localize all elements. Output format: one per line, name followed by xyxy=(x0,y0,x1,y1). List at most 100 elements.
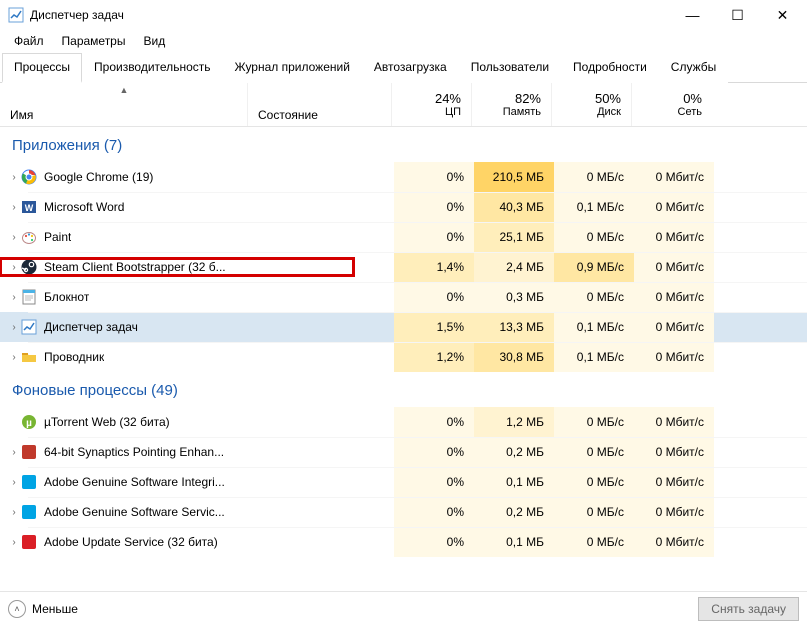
footer: ˄ Меньше Снять задачу xyxy=(0,591,807,625)
col-cpu[interactable]: 24% ЦП xyxy=(392,83,472,126)
process-name: Проводник xyxy=(44,350,104,364)
sort-indicator-icon: ▲ xyxy=(114,85,134,95)
menu-view[interactable]: Вид xyxy=(135,32,173,50)
process-name-cell: ›Adobe Update Service (32 бита) xyxy=(0,533,354,551)
disk-value: 0 МБ/с xyxy=(554,222,634,252)
process-row[interactable]: ›Проводник1,2%30,8 МБ0,1 МБ/с0 Мбит/с xyxy=(0,342,807,372)
cpu-value: 0% xyxy=(394,162,474,192)
process-row[interactable]: ›Paint0%25,1 МБ0 МБ/с0 Мбит/с xyxy=(0,222,807,252)
process-name: Adobe Genuine Software Integri... xyxy=(44,475,225,489)
expand-chevron-icon[interactable]: › xyxy=(0,322,20,333)
adobe-icon xyxy=(20,473,38,491)
expand-chevron-icon[interactable]: › xyxy=(0,447,20,458)
disk-value: 0 МБ/с xyxy=(554,282,634,312)
process-row[interactable]: ›64-bit Synaptics Pointing Enhan...0%0,2… xyxy=(0,437,807,467)
cpu-percent: 24% xyxy=(435,91,461,106)
menu-file[interactable]: Файл xyxy=(6,32,52,50)
cpu-value: 0% xyxy=(394,222,474,252)
process-row[interactable]: ›Adobe Update Service (32 бита)0%0,1 МБ0… xyxy=(0,527,807,557)
process-name-cell: › Google Chrome (19) xyxy=(0,168,354,186)
end-task-button[interactable]: Снять задачу xyxy=(698,597,799,621)
disk-value: 0,1 МБ/с xyxy=(554,192,634,222)
disk-value: 0 МБ/с xyxy=(554,437,634,467)
expand-chevron-icon[interactable]: › xyxy=(0,232,20,243)
col-disk[interactable]: 50% Диск xyxy=(552,83,632,126)
memory-value: 210,5 МБ xyxy=(474,162,554,192)
disk-value: 0 МБ/с xyxy=(554,497,634,527)
network-value: 0 Мбит/с xyxy=(634,467,714,497)
disk-label: Диск xyxy=(597,106,621,118)
process-name: Microsoft Word xyxy=(44,200,124,214)
paint-icon xyxy=(20,228,38,246)
process-list[interactable]: Приложения (7)›Google Chrome (19)0%210,5… xyxy=(0,127,807,591)
close-button[interactable]: ✕ xyxy=(760,1,805,29)
notepad-icon xyxy=(20,288,38,306)
disk-value: 0 МБ/с xyxy=(554,407,634,437)
memory-percent: 82% xyxy=(515,91,541,106)
network-value: 0 Мбит/с xyxy=(634,192,714,222)
adobered-icon xyxy=(20,533,38,551)
process-name-cell: › Adobe Genuine Software Integri... xyxy=(0,473,354,491)
network-value: 0 Мбит/с xyxy=(634,282,714,312)
process-name-cell: › Блокнот xyxy=(0,288,354,306)
process-row[interactable]: µµTorrent Web (32 бита)0%1,2 МБ0 МБ/с0 М… xyxy=(0,407,807,437)
expand-chevron-icon[interactable]: › xyxy=(0,537,20,548)
tab-пользователи[interactable]: Пользователи xyxy=(459,53,561,83)
col-memory[interactable]: 82% Память xyxy=(472,83,552,126)
col-name-label: Имя xyxy=(10,108,237,122)
memory-label: Память xyxy=(503,106,541,118)
expand-chevron-icon[interactable]: › xyxy=(0,262,20,273)
adobe-icon xyxy=(20,503,38,521)
process-row[interactable]: ›Google Chrome (19)0%210,5 МБ0 МБ/с0 Мби… xyxy=(0,162,807,192)
expand-chevron-icon[interactable]: › xyxy=(0,352,20,363)
expand-chevron-icon[interactable]: › xyxy=(0,507,20,518)
maximize-button[interactable]: ☐ xyxy=(715,1,760,29)
expand-chevron-icon[interactable]: › xyxy=(0,172,20,183)
memory-value: 0,1 МБ xyxy=(474,467,554,497)
menu-options[interactable]: Параметры xyxy=(54,32,134,50)
tab-журнал приложений[interactable]: Журнал приложений xyxy=(223,53,362,83)
expand-chevron-icon[interactable]: › xyxy=(0,202,20,213)
col-network[interactable]: 0% Сеть xyxy=(632,83,712,126)
process-row[interactable]: ›WMicrosoft Word0%40,3 МБ0,1 МБ/с0 Мбит/… xyxy=(0,192,807,222)
group-heading: Фоновые процессы (49) xyxy=(0,372,807,407)
process-name: Google Chrome (19) xyxy=(44,170,153,184)
process-name: Диспетчер задач xyxy=(44,320,138,334)
disk-value: 0,9 МБ/с xyxy=(554,252,634,282)
titlebar: Диспетчер задач — ☐ ✕ xyxy=(0,0,807,30)
network-value: 0 Мбит/с xyxy=(634,342,714,372)
expand-chevron-icon[interactable]: › xyxy=(0,477,20,488)
process-name: Блокнот xyxy=(44,290,89,304)
memory-value: 25,1 МБ xyxy=(474,222,554,252)
disk-value: 0,1 МБ/с xyxy=(554,312,634,342)
process-name-cell: ›64-bit Synaptics Pointing Enhan... xyxy=(0,443,354,461)
process-name-cell: ›WMicrosoft Word xyxy=(0,198,354,216)
group-heading: Приложения (7) xyxy=(0,127,807,162)
process-row[interactable]: ›Steam Client Bootstrapper (32 б...1,4%2… xyxy=(0,252,807,282)
col-status[interactable]: Состояние xyxy=(248,83,392,126)
disk-value: 0,1 МБ/с xyxy=(554,342,634,372)
svg-text:µ: µ xyxy=(26,418,32,429)
steam-icon xyxy=(20,258,38,276)
tab-процессы[interactable]: Процессы xyxy=(2,53,82,83)
expand-chevron-icon[interactable]: › xyxy=(0,292,20,303)
fewer-details-button[interactable]: ˄ Меньше xyxy=(8,600,78,618)
process-name-cell: µµTorrent Web (32 бита) xyxy=(0,413,354,431)
tab-производительность[interactable]: Производительность xyxy=(82,53,222,83)
process-name-cell: ›Steam Client Bootstrapper (32 б... xyxy=(0,258,354,276)
network-value: 0 Мбит/с xyxy=(634,162,714,192)
cpu-value: 0% xyxy=(394,192,474,222)
cpu-value: 0% xyxy=(394,467,474,497)
process-row[interactable]: ›Блокнот0%0,3 МБ0 МБ/с0 Мбит/с xyxy=(0,282,807,312)
col-status-label: Состояние xyxy=(258,108,381,122)
tab-автозагрузка[interactable]: Автозагрузка xyxy=(362,53,459,83)
process-row[interactable]: ›Диспетчер задач1,5%13,3 МБ0,1 МБ/с0 Мби… xyxy=(0,312,807,342)
network-value: 0 Мбит/с xyxy=(634,527,714,557)
tab-подробности[interactable]: Подробности xyxy=(561,53,659,83)
process-row[interactable]: ›Adobe Genuine Software Servic...0%0,2 М… xyxy=(0,497,807,527)
process-row[interactable]: › Adobe Genuine Software Integri... 0%0,1 … xyxy=(0,467,807,497)
tab-службы[interactable]: Службы xyxy=(659,53,728,83)
minimize-button[interactable]: — xyxy=(670,1,715,29)
col-name[interactable]: ▲ Имя xyxy=(0,83,248,126)
network-value: 0 Мбит/с xyxy=(634,252,714,282)
